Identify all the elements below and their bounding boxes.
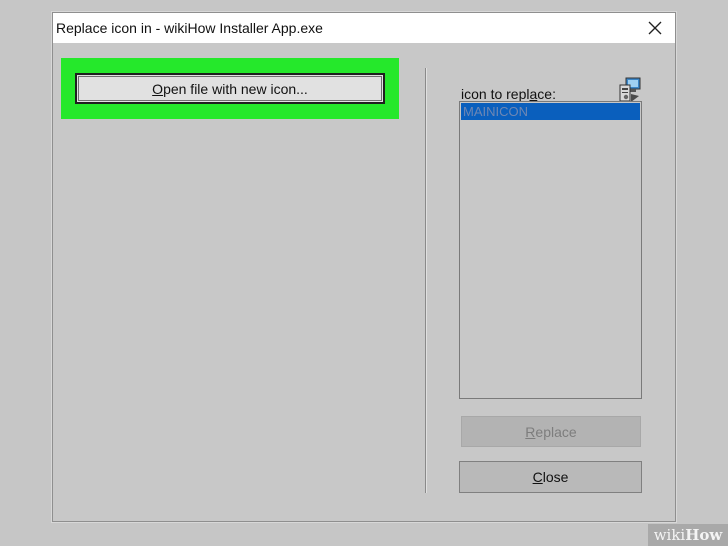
- close-button[interactable]: Close: [459, 461, 642, 493]
- replace-button-label: Replace: [525, 423, 577, 440]
- close-button-label: Close: [532, 469, 569, 485]
- icon-listbox[interactable]: MAINICON: [459, 101, 642, 399]
- replace-icon-dialog: Replace icon in - wikiHow Installer App.…: [52, 12, 676, 522]
- window-title: Replace icon in - wikiHow Installer App.…: [56, 20, 323, 36]
- dialog-content: Open file with new icon... icon to repla…: [53, 43, 675, 521]
- title-bar[interactable]: Replace icon in - wikiHow Installer App.…: [53, 13, 675, 43]
- replace-button[interactable]: Replace: [461, 416, 641, 447]
- list-item[interactable]: MAINICON: [461, 103, 640, 120]
- application-icon: [617, 76, 643, 104]
- open-file-button[interactable]: Open file with new icon...: [75, 73, 385, 104]
- open-file-button-label: Open file with new icon...: [152, 80, 308, 97]
- icon-to-replace-label: icon to replace:: [461, 86, 556, 102]
- panel-divider: [425, 68, 426, 493]
- wikihow-watermark: wiki How: [648, 524, 728, 546]
- close-icon[interactable]: [643, 16, 667, 40]
